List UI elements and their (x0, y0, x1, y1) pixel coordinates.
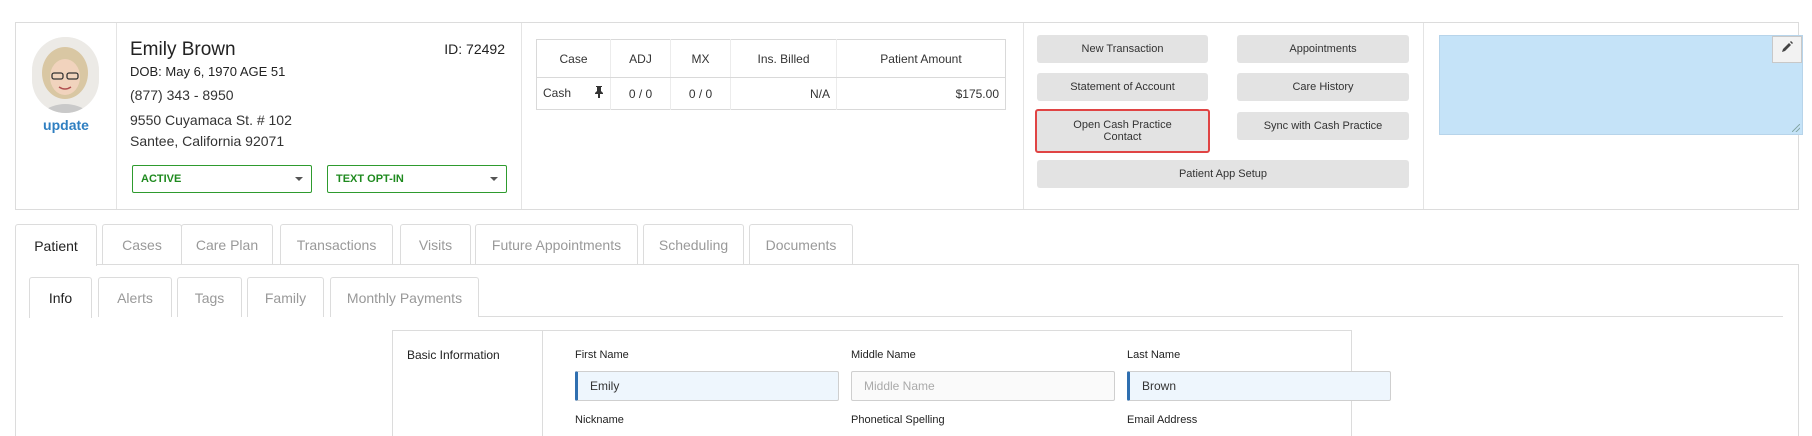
first-name-label: First Name (575, 349, 629, 361)
text-optin-value: TEXT OPT-IN (336, 173, 404, 185)
sync-cash-practice-button[interactable]: Sync with Cash Practice (1237, 112, 1409, 140)
subtab-family[interactable]: Family (247, 277, 324, 317)
edit-notes-button[interactable] (1772, 36, 1802, 63)
tab-patient[interactable]: Patient (15, 224, 97, 266)
tab-documents[interactable]: Documents (749, 224, 853, 265)
case-table-header-row: Case ADJ MX Ins. Billed Patient Amount (536, 39, 1006, 78)
notes-panel (1424, 23, 1803, 209)
form-section-title: Basic Information (407, 348, 500, 362)
cell-mx: 0 / 0 (670, 77, 731, 110)
last-name-field[interactable]: Brown (1127, 371, 1391, 401)
care-history-button[interactable]: Care History (1237, 73, 1409, 101)
patient-photo-panel: update (16, 23, 117, 209)
patient-app-setup-button[interactable]: Patient App Setup (1037, 160, 1409, 188)
patient-info-panel: Emily Brown ID: 72492 DOB: May 6, 1970 A… (117, 23, 522, 209)
cell-patient-amount: $175.00 (836, 77, 1006, 110)
first-name-field[interactable]: Emily (575, 371, 839, 401)
cell-adj: 0 / 0 (610, 77, 671, 110)
patient-status-value: ACTIVE (141, 173, 182, 185)
case-summary-table: Case ADJ MX Ins. Billed Patient Amount C… (536, 39, 1006, 110)
case-summary-panel: Case ADJ MX Ins. Billed Patient Amount C… (522, 23, 1024, 209)
patient-notes-textarea[interactable] (1439, 35, 1803, 135)
subtab-monthly-payments[interactable]: Monthly Payments (330, 277, 479, 317)
last-name-value: Brown (1142, 379, 1177, 393)
resize-grip-icon[interactable] (1792, 124, 1800, 132)
subtab-info[interactable]: Info (29, 277, 92, 318)
appointments-button[interactable]: Appointments (1237, 35, 1409, 63)
middle-name-field[interactable]: Middle Name (851, 371, 1115, 401)
form-section-sidebar: Basic Information (393, 331, 543, 436)
patient-address-line1: 9550 Cuyamaca St. # 102 (130, 112, 292, 128)
col-header-case: Case (536, 39, 611, 78)
middle-name-placeholder: Middle Name (864, 379, 935, 393)
col-header-ins-billed: Ins. Billed (730, 39, 837, 78)
chevron-down-icon (295, 177, 303, 181)
phonetic-spelling-label: Phonetical Spelling (851, 414, 945, 426)
sub-tab-divider (479, 316, 1783, 317)
cell-case: Cash (537, 78, 611, 110)
subtab-tags[interactable]: Tags (177, 277, 242, 317)
patient-avatar (32, 37, 99, 113)
tab-visits[interactable]: Visits (400, 224, 471, 265)
email-address-label: Email Address (1127, 414, 1198, 426)
patient-dob: DOB: May 6, 1970 AGE 51 (130, 64, 286, 79)
table-row[interactable]: Cash 0 / 0 0 / 0 N/A $175.00 (537, 77, 1006, 110)
nickname-label: Nickname (575, 414, 624, 426)
tab-transactions[interactable]: Transactions (280, 224, 393, 265)
statement-of-account-button[interactable]: Statement of Account (1037, 73, 1208, 101)
col-header-patient-amount: Patient Amount (836, 39, 1006, 78)
basic-information-form: Basic Information First Name Emily Middl… (392, 330, 1391, 436)
pin-icon[interactable] (594, 86, 604, 101)
patient-phone: (877) 343 - 8950 (130, 87, 234, 103)
open-cash-practice-contact-button[interactable]: Open Cash Practice Contact (1035, 109, 1210, 153)
pen-icon (1780, 40, 1794, 59)
col-header-mx: MX (670, 39, 731, 78)
update-photo-link[interactable]: update (16, 117, 116, 133)
last-name-label: Last Name (1127, 349, 1181, 361)
subtab-alerts[interactable]: Alerts (98, 277, 172, 317)
tab-scheduling[interactable]: Scheduling (643, 224, 744, 265)
middle-name-label: Middle Name (851, 349, 916, 361)
patient-header-card: update Emily Brown ID: 72492 DOB: May 6,… (15, 22, 1803, 210)
text-optin-select[interactable]: TEXT OPT-IN (327, 165, 507, 193)
actions-panel: New Transaction Appointments Statement o… (1024, 23, 1424, 209)
first-name-value: Emily (590, 379, 620, 393)
patient-address-line2: Santee, California 92071 (130, 133, 285, 149)
main-tab-bar: Patient Cases Care Plan Transactions Vis… (15, 224, 1799, 266)
tab-cases[interactable]: Cases (102, 224, 182, 265)
patient-id: ID: 72492 (444, 41, 505, 57)
cell-ins-billed: N/A (730, 77, 837, 110)
chevron-down-icon (490, 177, 498, 181)
new-transaction-button[interactable]: New Transaction (1037, 35, 1208, 63)
tab-care-plan[interactable]: Care Plan (181, 224, 273, 265)
col-header-adj: ADJ (610, 39, 671, 78)
case-name: Cash (543, 86, 572, 100)
patient-status-select[interactable]: ACTIVE (132, 165, 312, 193)
tab-future-appointments[interactable]: Future Appointments (475, 224, 638, 265)
patient-name: Emily Brown (130, 39, 236, 60)
